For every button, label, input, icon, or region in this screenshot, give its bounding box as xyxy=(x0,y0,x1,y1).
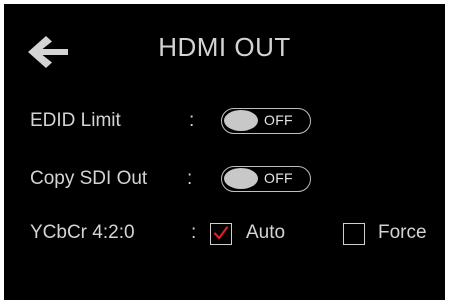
copy-sdi-out-row: Copy SDI Out : OFF xyxy=(4,160,445,200)
force-option-label[interactable]: Force xyxy=(378,222,427,244)
toggle-knob xyxy=(224,110,258,131)
header: HDMI OUT xyxy=(4,4,445,94)
toggle-knob xyxy=(224,168,258,189)
edid-limit-label: EDID Limit xyxy=(30,110,121,131)
auto-checkbox[interactable] xyxy=(210,223,232,245)
copy-sdi-out-separator: : xyxy=(187,168,193,189)
edid-limit-toggle[interactable]: OFF xyxy=(221,108,311,134)
auto-option-label[interactable]: Auto xyxy=(246,222,285,244)
copy-sdi-out-toggle[interactable]: OFF xyxy=(221,166,311,192)
edid-limit-row: EDID Limit : OFF xyxy=(4,102,445,142)
force-checkbox[interactable] xyxy=(343,223,365,245)
checkmark-icon xyxy=(213,226,229,240)
ycbcr-separator: : xyxy=(191,222,197,243)
page-title: HDMI OUT xyxy=(158,32,291,62)
ycbcr-label: YCbCr 4:2:0 xyxy=(30,222,135,243)
toggle-state-text: OFF xyxy=(264,170,293,186)
hdmi-out-screen: HDMI OUT EDID Limit : OFF Copy SDI Out :… xyxy=(4,4,445,300)
edid-limit-separator: : xyxy=(189,110,195,131)
toggle-state-text: OFF xyxy=(264,112,293,128)
copy-sdi-out-label: Copy SDI Out xyxy=(30,168,148,189)
ycbcr-row: YCbCr 4:2:0 : Auto Force xyxy=(4,214,445,254)
